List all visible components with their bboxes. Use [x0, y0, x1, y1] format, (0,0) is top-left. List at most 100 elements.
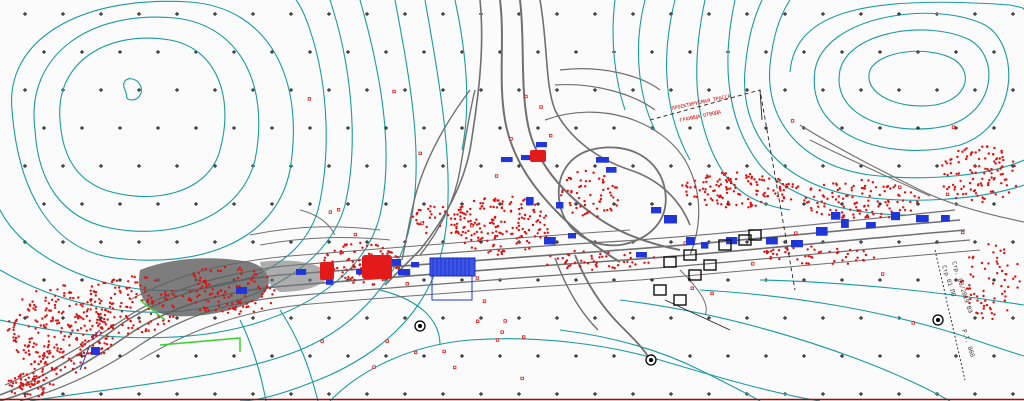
structure-block-icon [816, 227, 828, 236]
survey-point-icon [12, 339, 16, 342]
survey-point-icon [982, 304, 986, 308]
survey-point-icon [860, 178, 863, 182]
survey-point-icon [771, 252, 775, 255]
survey-point-icon [595, 265, 598, 268]
survey-point-icon [1007, 191, 1011, 194]
grid-cross-icon [232, 126, 236, 130]
survey-point-icon [719, 195, 723, 198]
survey-point-icon [37, 387, 40, 390]
survey-point-icon [523, 217, 526, 220]
survey-point-icon [217, 269, 220, 273]
survey-point-icon [785, 183, 788, 186]
survey-point-icon [804, 196, 808, 200]
grid-cross-icon [726, 278, 730, 282]
survey-point-icon [420, 221, 424, 225]
survey-point-icon [44, 299, 47, 302]
survey-point-icon [980, 261, 984, 265]
survey-point-icon [1018, 280, 1021, 283]
survey-point-icon [872, 256, 876, 259]
survey-point-icon [76, 314, 79, 317]
survey-point-icon [515, 242, 518, 245]
survey-point-icon [995, 157, 998, 161]
survey-point-icon [470, 238, 473, 242]
survey-point-icon [164, 291, 167, 294]
grid-cross-icon [935, 88, 939, 92]
grid-cross-icon [973, 240, 977, 244]
survey-point-icon [1016, 262, 1019, 266]
grid-cross-icon [973, 12, 977, 16]
survey-point-icon [110, 324, 113, 327]
survey-point-icon [76, 329, 79, 332]
survey-point-icon [909, 191, 913, 194]
survey-point-icon [107, 310, 110, 313]
survey-point-icon [943, 172, 946, 176]
grid-cross-icon [61, 164, 65, 168]
grid-cross-icon [99, 164, 103, 168]
survey-point-icon [982, 289, 985, 293]
survey-point-icon [48, 382, 52, 386]
survey-point-icon [888, 207, 891, 210]
survey-point-icon [681, 184, 684, 187]
survey-point-icon [972, 275, 975, 278]
survey-point-icon [988, 169, 991, 173]
survey-point-icon [628, 265, 632, 268]
survey-point-icon [217, 291, 220, 294]
survey-point-icon [147, 322, 150, 325]
survey-point-icon [709, 185, 712, 188]
survey-point-icon [996, 169, 999, 172]
survey-point-icon [385, 339, 389, 343]
ramp [799, 124, 1024, 223]
survey-point-icon [493, 199, 496, 203]
survey-point-icon [546, 231, 549, 234]
survey-point-icon [999, 173, 1002, 176]
grid-cross-icon [878, 354, 882, 358]
grid-cross-icon [574, 50, 578, 54]
grid-cross-icon [232, 354, 236, 358]
survey-point-icon [103, 317, 106, 321]
contour-line [768, 0, 1024, 179]
survey-point-icon [991, 282, 995, 285]
survey-point-icon [781, 199, 784, 203]
survey-point-icon [583, 203, 587, 207]
contour-line [619, 299, 951, 401]
survey-point-icon [120, 310, 124, 313]
survey-point-icon [453, 223, 456, 227]
survey-point-icon [46, 356, 49, 359]
survey-point-icon [623, 253, 626, 257]
structure-block-icon [701, 242, 709, 249]
survey-point-icon [858, 212, 861, 215]
survey-point-icon [75, 336, 79, 340]
survey-point-icon [976, 295, 979, 298]
survey-point-icon [1003, 278, 1006, 282]
survey-point-icon [91, 324, 94, 328]
survey-point-icon [79, 361, 82, 364]
survey-point-icon [36, 320, 39, 323]
survey-point-icon [544, 214, 548, 217]
structure-block-icon [653, 284, 667, 296]
survey-point-icon [1006, 309, 1009, 312]
survey-point-icon [79, 327, 83, 330]
survey-point-icon [487, 251, 490, 254]
survey-point-icon [98, 298, 101, 301]
survey-point-icon [104, 308, 107, 312]
grid-cross-icon [403, 88, 407, 92]
survey-point-icon [1003, 251, 1006, 255]
survey-point-icon [342, 266, 346, 269]
survey-point-icon [520, 203, 523, 206]
structure-block-icon [916, 215, 929, 223]
survey-point-icon [54, 300, 58, 303]
survey-point-icon [712, 189, 715, 193]
survey-point-icon [172, 293, 175, 296]
survey-point-icon [172, 315, 175, 318]
survey-point-icon [42, 379, 45, 382]
survey-point-icon [162, 322, 166, 326]
benchmark-icon [414, 320, 426, 332]
survey-point-icon [703, 190, 707, 194]
survey-point-icon [386, 252, 389, 255]
survey-point-icon [441, 205, 445, 209]
survey-point-icon [647, 261, 650, 264]
survey-point-icon [718, 178, 721, 181]
survey-point-icon [50, 298, 54, 301]
survey-point-icon [1000, 284, 1003, 288]
survey-point-icon [26, 345, 29, 348]
